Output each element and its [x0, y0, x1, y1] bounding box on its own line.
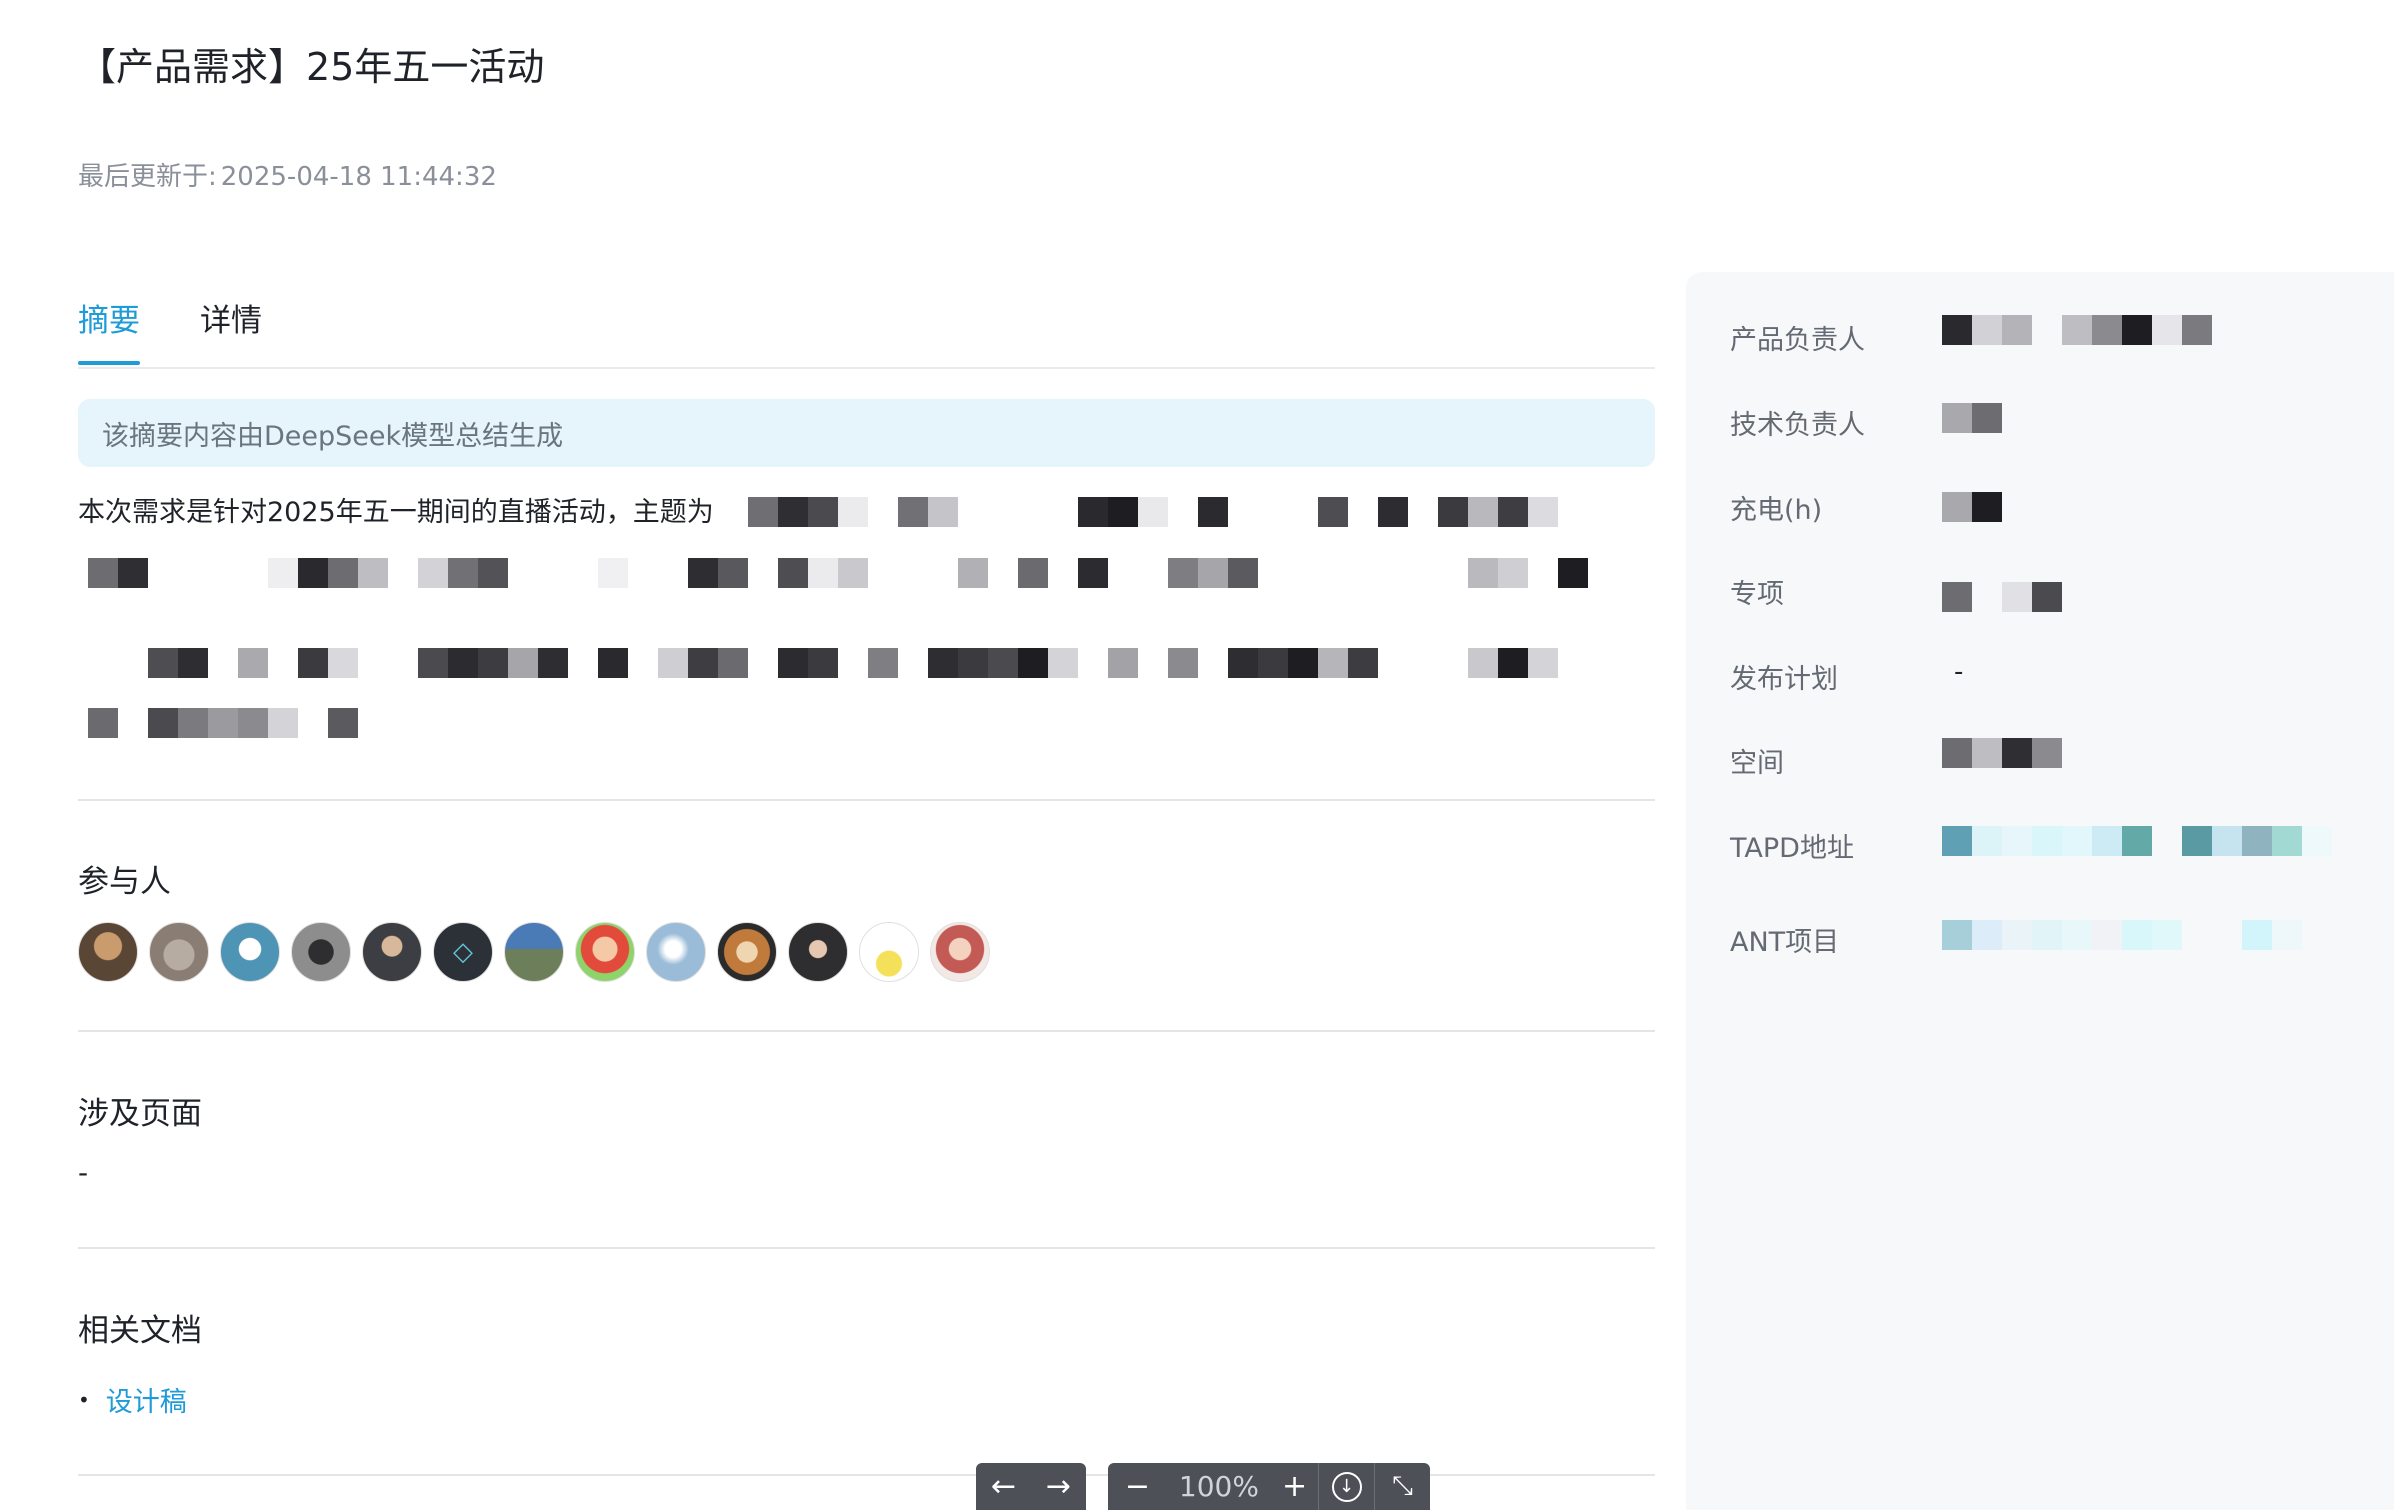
related-pages-title: 涉及页面 — [78, 1096, 202, 1132]
doc-link-design[interactable]: 设计稿 — [106, 1380, 187, 1419]
properties-panel: 产品负责人 技术负责人 充电(h) 专项 发布计划 - 空间 TAPD地址 AN… — [1686, 272, 2394, 1510]
collapse-icon: ⤡ — [1392, 1471, 1413, 1501]
code-icon: ◇ — [453, 937, 473, 967]
download-icon: ↓ — [1331, 1471, 1362, 1502]
doc-item[interactable]: • 设计稿 — [78, 1380, 187, 1419]
related-docs-title: 相关文档 — [78, 1313, 202, 1349]
ai-summary-notice: 该摘要内容由DeepSeek模型总结生成 — [78, 399, 1655, 467]
zoom-out-button[interactable]: − — [1108, 1463, 1167, 1510]
avatar[interactable]: ◇ — [433, 922, 493, 982]
tab-summary[interactable]: 摘要 — [78, 295, 140, 340]
avatar[interactable] — [717, 922, 777, 982]
bullet-icon: • — [78, 1387, 90, 1412]
avatar[interactable] — [646, 922, 706, 982]
avatar[interactable] — [788, 922, 848, 982]
prop-label-tapd: TAPD地址 — [1730, 833, 1854, 864]
prev-button[interactable]: ← — [976, 1463, 1031, 1510]
viewer-toolbar-zoom: − 100% + ↓ ⤡ — [1108, 1463, 1430, 1510]
prop-label-tech-owner: 技术负责人 — [1730, 410, 1865, 441]
collapse-button[interactable]: ⤡ — [1375, 1463, 1430, 1510]
prop-label-product-owner: 产品负责人 — [1730, 325, 1865, 356]
tab-bar: 摘要 详情 — [78, 295, 1655, 369]
summary-text: 本次需求是针对2025年五一期间的直播活动，主题为 — [78, 497, 714, 528]
download-button[interactable]: ↓ — [1319, 1463, 1374, 1510]
next-button[interactable]: → — [1031, 1463, 1086, 1510]
avatar[interactable] — [78, 922, 138, 982]
arrow-left-icon: ← — [990, 1469, 1017, 1504]
divider — [78, 799, 1655, 801]
participant-avatars: ◇ — [78, 922, 990, 982]
last-updated: 最后更新于: 2025-04-18 11:44:32 — [78, 156, 497, 193]
prop-label-charge: 充电(h) — [1730, 495, 1823, 526]
avatar[interactable] — [575, 922, 635, 982]
minus-icon: − — [1124, 1469, 1151, 1504]
ai-summary-notice-text: 该摘要内容由DeepSeek模型总结生成 — [102, 420, 564, 452]
prop-label-space: 空间 — [1730, 748, 1784, 779]
related-pages-value: - — [78, 1156, 89, 1189]
avatar[interactable] — [362, 922, 422, 982]
prop-label-special: 专项 — [1730, 579, 1784, 610]
divider — [78, 1247, 1655, 1249]
avatar[interactable] — [220, 922, 280, 982]
viewer-toolbar-nav: ← → — [976, 1463, 1086, 1510]
page-title: 【产品需求】25年五一活动 — [78, 45, 545, 89]
zoom-level: 100% — [1178, 1470, 1259, 1503]
tab-details[interactable]: 详情 — [200, 295, 262, 340]
arrow-right-icon: → — [1045, 1469, 1072, 1504]
avatar[interactable] — [859, 922, 919, 982]
avatar[interactable] — [930, 922, 990, 982]
avatar[interactable] — [291, 922, 351, 982]
plus-icon: + — [1281, 1469, 1308, 1504]
last-updated-value: 2025-04-18 11:44:32 — [220, 162, 497, 192]
prop-label-ant: ANT项目 — [1730, 927, 1840, 958]
avatar[interactable] — [504, 922, 564, 982]
divider — [78, 1030, 1655, 1032]
last-updated-label: 最后更新于: — [78, 162, 217, 192]
prop-label-release-plan: 发布计划 — [1730, 664, 1838, 695]
active-tab-indicator — [78, 361, 140, 365]
avatar[interactable] — [149, 922, 209, 982]
zoom-in-button[interactable]: + — [1271, 1463, 1318, 1510]
prop-value-release-plan: - — [1954, 657, 1964, 687]
participants-title: 参与人 — [78, 864, 171, 900]
